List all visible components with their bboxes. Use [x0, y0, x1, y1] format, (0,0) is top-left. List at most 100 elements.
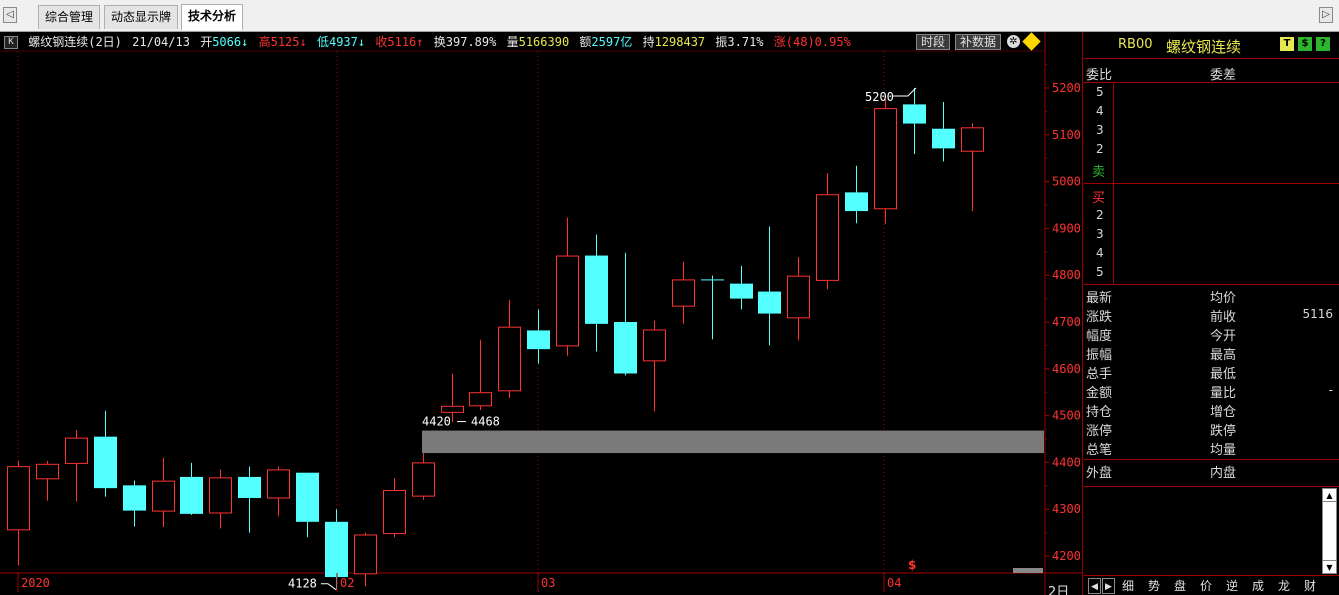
- candle-up: [354, 532, 377, 587]
- price-tick-label: 4400: [1052, 455, 1081, 469]
- turnover-value: 397.89%: [445, 35, 497, 49]
- candle-down: [903, 88, 926, 154]
- dollar-marker-icon: $: [908, 558, 916, 572]
- bottom-tab[interactable]: 成: [1252, 578, 1264, 594]
- turnover-label: 换: [433, 35, 446, 49]
- candle-down: [296, 472, 319, 538]
- scroll-down-icon[interactable]: ▼: [1323, 560, 1336, 573]
- amount-label: 额: [579, 35, 592, 49]
- date-axis: 2020 02 03 04: [17, 568, 1043, 592]
- order-ratio-label: 委比: [1086, 68, 1113, 83]
- tab-general-management[interactable]: 综合管理: [38, 5, 101, 29]
- settings-gear-icon[interactable]: ✲: [1007, 35, 1020, 48]
- candle-up: [672, 261, 695, 324]
- price-tick-label: 5000: [1052, 175, 1081, 189]
- candle-up: [65, 430, 88, 502]
- buy-level-3: 3: [1096, 227, 1104, 241]
- date-tick-label: 2020: [21, 576, 50, 590]
- candle-down: [730, 265, 753, 310]
- bottom-tab[interactable]: 龙: [1278, 578, 1290, 594]
- dollar-flag-icon[interactable]: $: [1298, 37, 1312, 51]
- candle-up: [267, 466, 290, 517]
- volume-value: 5166390: [518, 35, 570, 49]
- candle-body: [845, 192, 868, 212]
- candle-down: [614, 252, 637, 376]
- stat-label-left: 振幅: [1086, 348, 1113, 363]
- price-tick-label: 4300: [1052, 502, 1081, 516]
- bottom-tab[interactable]: 价: [1200, 578, 1212, 594]
- open-interest-label: 持: [642, 35, 655, 49]
- gap-low-label: 4420: [422, 415, 451, 429]
- period-label[interactable]: 2日: [1048, 581, 1069, 595]
- price-tick-label: 4700: [1052, 315, 1081, 329]
- sell-label: 卖: [1092, 165, 1106, 180]
- bottom-tab[interactable]: 势: [1148, 578, 1160, 594]
- candle-body: [556, 255, 579, 347]
- tick-list-scrollbar[interactable]: ▲ ▼: [1322, 488, 1337, 574]
- candle-down: [758, 226, 781, 346]
- candle-up: [152, 457, 175, 527]
- bottom-tab[interactable]: 财: [1304, 578, 1316, 594]
- candle-down: [527, 309, 550, 364]
- scroll-up-icon[interactable]: ▲: [1323, 489, 1336, 502]
- sell-level-4: 4: [1096, 104, 1104, 118]
- date-tick-label: 03: [541, 576, 555, 590]
- k-line-icon[interactable]: K: [4, 36, 18, 49]
- candle-body: [354, 534, 377, 575]
- candle-body: [585, 255, 608, 324]
- kline-chart[interactable]: 5200 5100 5000 4900 4800 4700 4600 4500 4400 4300…: [0, 32, 1083, 595]
- candle-down: [238, 466, 261, 533]
- min-price-leader: [320, 583, 337, 591]
- candle-up: [209, 469, 232, 529]
- quote-date: 21/04/13: [132, 35, 190, 49]
- stat-label-right: 最低: [1210, 367, 1237, 382]
- sell-level-3: 3: [1096, 123, 1104, 137]
- candle-up: [874, 99, 897, 224]
- open-label: 开: [200, 35, 213, 49]
- question-flag-icon[interactable]: ?: [1316, 37, 1330, 51]
- bottom-next-button[interactable]: ▶: [1102, 578, 1115, 594]
- bottom-prev-button[interactable]: ◀: [1088, 578, 1101, 594]
- candle-up: [556, 217, 579, 356]
- tab-scroll-left-button[interactable]: ◁: [3, 7, 17, 23]
- candle-body: [672, 279, 695, 307]
- amplitude-label: 振: [715, 35, 728, 49]
- price-axis: 5200 5100 5000 4900 4800 4700 4600 4500 4400 4300…: [1045, 64, 1081, 563]
- bottom-tab[interactable]: 盘: [1174, 578, 1186, 594]
- t-flag-icon[interactable]: T: [1280, 37, 1294, 51]
- price-tick-label: 4600: [1052, 362, 1081, 376]
- high-value: 5125: [270, 35, 300, 49]
- quote-panel: RB00 螺纹钢连续 T $ ? 委比 委差 5 4 3 2 卖 买 2 3 4…: [1084, 32, 1339, 595]
- candle-body: [816, 194, 839, 281]
- tab-dynamic-board[interactable]: 动态显示牌: [104, 5, 179, 29]
- high-label: 高: [258, 35, 271, 49]
- candle-up: [36, 460, 59, 501]
- volume-label: 量: [506, 35, 519, 49]
- kline-chart-area[interactable]: 5200 5100 5000 4900 4800 4700 4600 4500 4400 4300…: [0, 32, 1083, 595]
- time-period-button[interactable]: 时段: [916, 34, 951, 50]
- price-gap-band: [422, 430, 1044, 454]
- stat-value: -: [1328, 383, 1333, 397]
- panel-header: RB00 螺纹钢连续 T $ ?: [1084, 32, 1339, 59]
- candle-up: [816, 173, 839, 290]
- tab-scroll-right-button[interactable]: ▷: [1319, 7, 1333, 23]
- bottom-tab[interactable]: 细: [1122, 578, 1134, 594]
- candle-up: [961, 123, 984, 212]
- bottom-tab[interactable]: 逆: [1226, 578, 1238, 594]
- fill-data-button[interactable]: 补数据: [955, 34, 1002, 50]
- price-tick-label: 4500: [1052, 409, 1081, 423]
- sell-level-5: 5: [1096, 85, 1104, 99]
- price-tick-label: 5200: [1052, 81, 1081, 95]
- tab-technical-analysis[interactable]: 技术分析: [181, 4, 244, 30]
- chart-annotations: 5200 4128 4420 4468 $: [288, 87, 916, 591]
- candle-body: [325, 521, 348, 578]
- stat-label-left: 总笔: [1086, 443, 1113, 458]
- candle-body: [65, 437, 88, 464]
- candle-body: [787, 275, 810, 319]
- stat-value: 5116: [1302, 307, 1333, 321]
- candle-body: [238, 476, 261, 498]
- candle-body: [498, 326, 521, 392]
- close-value: 5116: [387, 35, 417, 49]
- candle-down: [701, 275, 724, 340]
- candle-body: [527, 330, 550, 350]
